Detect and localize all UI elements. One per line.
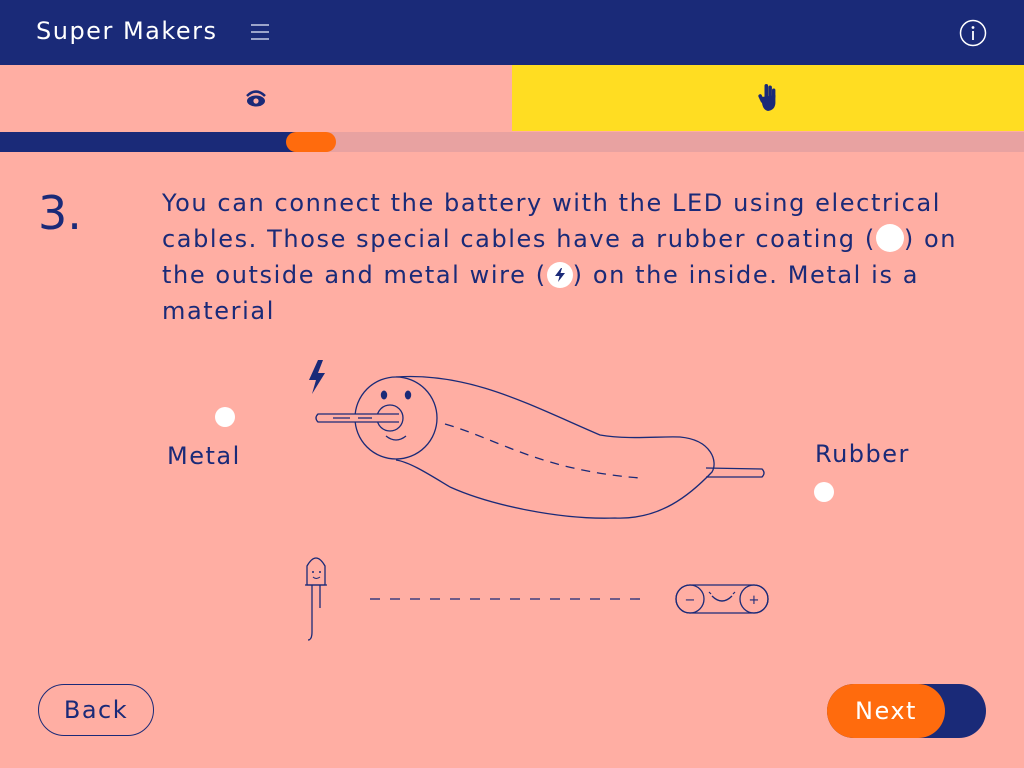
metal-wire-start — [315, 413, 399, 423]
metal-label: Metal — [167, 442, 241, 470]
rubber-hotspot-dot[interactable] — [814, 482, 834, 502]
rubber-label: Rubber — [815, 440, 910, 468]
cable-illustration: − + — [305, 360, 769, 641]
metal-hotspot-dot[interactable] — [215, 407, 235, 427]
led-icon — [306, 557, 326, 586]
battery-plus: + — [749, 593, 760, 608]
next-button[interactable]: Next — [827, 684, 945, 738]
metal-wire-end — [705, 467, 765, 478]
battery-minus: − — [685, 593, 696, 608]
next-button-track[interactable]: Next — [827, 684, 986, 738]
lightning-bolt-icon — [309, 360, 325, 394]
cable-dashed-line — [444, 423, 641, 479]
cable-outline — [395, 375, 715, 519]
back-button[interactable]: Back — [38, 684, 154, 736]
